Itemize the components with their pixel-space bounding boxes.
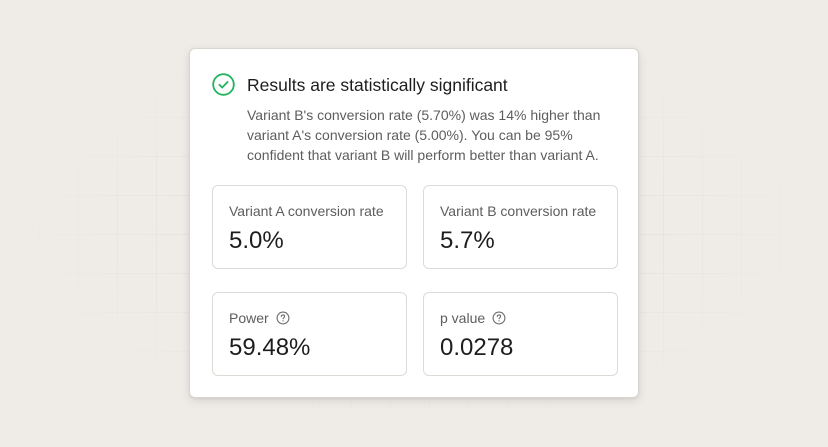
results-description: Variant B's conversion rate (5.70%) was … — [247, 105, 627, 165]
question-circle-icon[interactable] — [492, 311, 506, 325]
results-card: Results are statistically significant Va… — [189, 48, 639, 398]
p-value-label-row: p value — [440, 309, 506, 327]
power-label: Power — [229, 310, 269, 326]
p-value-value: 0.0278 — [440, 334, 514, 361]
variant-a-label: Variant A conversion rate — [229, 203, 384, 219]
description-line: variant A's conversion rate (5.00%). You… — [247, 127, 573, 143]
description-line: confident that variant B will perform be… — [247, 147, 599, 163]
description-line: Variant B's conversion rate (5.70%) was … — [247, 107, 601, 123]
results-title: Results are statistically significant — [247, 75, 508, 95]
p-value-label: p value — [440, 310, 486, 326]
power-value: 59.48% — [229, 334, 311, 361]
check-circle-icon — [212, 73, 235, 96]
variant-b-value: 5.7% — [440, 227, 495, 254]
power-label-row: Power — [229, 309, 290, 327]
variant-a-stat-card: Variant A conversion rate 5.0% — [212, 185, 407, 269]
variant-b-label: Variant B conversion rate — [440, 203, 597, 219]
p-value-stat-card: p value 0.0278 — [423, 292, 618, 376]
variant-b-stat-card: Variant B conversion rate 5.7% — [423, 185, 618, 269]
question-circle-icon[interactable] — [276, 311, 290, 325]
power-stat-card: Power 59.48% — [212, 292, 407, 376]
variant-a-value: 5.0% — [229, 227, 284, 254]
